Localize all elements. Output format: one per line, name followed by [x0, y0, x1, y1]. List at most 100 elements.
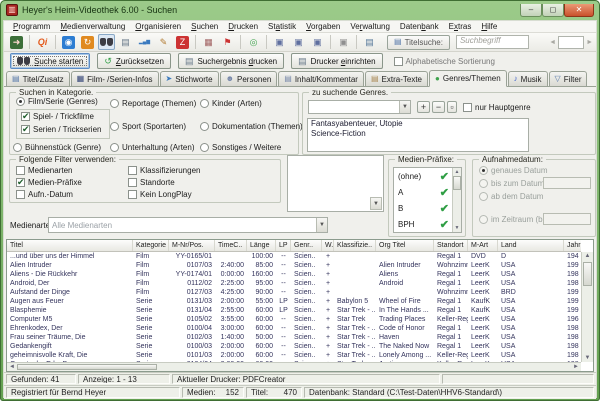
- radio-sonstiges[interactable]: Sonstiges / Weitere: [200, 143, 281, 152]
- table-row[interactable]: GedankengiftSerie0100/032:00:0060:00--Sc…: [7, 342, 581, 351]
- table-row[interactable]: Ehrenkodex, DerSerie0100/043:00:0060:00-…: [7, 324, 581, 333]
- medienarten-combobox[interactable]: Alle Medienarten ▼: [48, 217, 328, 233]
- titelsuche-button[interactable]: ▤ Titelsuche:: [387, 35, 450, 50]
- scroll-thumb[interactable]: [453, 176, 461, 190]
- radio-sport[interactable]: Sport (Sportarten): [110, 122, 186, 131]
- table-row[interactable]: BlasphemieSerie0131/042:55:0060:00LPScie…: [7, 306, 581, 315]
- program-info-icon[interactable]: Qi: [34, 34, 51, 50]
- menu-item-extras[interactable]: Extras: [444, 21, 477, 32]
- tab-stichworte[interactable]: ➤Stichworte: [160, 71, 219, 86]
- pager-left-icon[interactable]: ◄: [549, 39, 556, 46]
- form-icon[interactable]: ✎: [155, 34, 172, 50]
- db-save-icon[interactable]: ▣: [271, 34, 288, 50]
- exit-icon[interactable]: ➜: [8, 34, 25, 50]
- column-header-kategorie[interactable]: Kategorie: [133, 240, 169, 251]
- genre-combobox[interactable]: ▼: [308, 100, 411, 114]
- check-serien[interactable]: Serien / Trickserien: [21, 125, 101, 134]
- radio-unterhaltung[interactable]: Unterhaltung (Arten): [110, 143, 194, 152]
- radio-ab-dem-datum[interactable]: ab dem Datum: [479, 192, 543, 201]
- scroll-right-icon[interactable]: ►: [572, 363, 580, 371]
- column-header-genr[interactable]: Genr..: [291, 240, 322, 251]
- column-header-standort[interactable]: Standort: [434, 240, 468, 251]
- table-row[interactable]: geheimnisvolle Kraft, DieSerie0101/032:0…: [7, 351, 581, 360]
- menu-item-drucken[interactable]: Drucken: [223, 21, 263, 32]
- column-header-titel[interactable]: Titel: [7, 240, 133, 251]
- minimize-button[interactable]: –: [520, 4, 542, 17]
- tab-filter[interactable]: ▽Filter: [549, 71, 588, 86]
- maximize-button[interactable]: ◻: [542, 4, 564, 17]
- menu-item-verwaltung[interactable]: Verwaltung: [345, 21, 395, 32]
- tab-personen[interactable]: ☻Personen: [220, 71, 278, 86]
- tab-film-serien-infos[interactable]: ▦Film- /Serien-Infos: [71, 71, 159, 86]
- table-row[interactable]: Frau seiner Träume, DieSerie0102/031:40:…: [7, 333, 581, 342]
- menu-item-organisieren[interactable]: Organisieren: [130, 21, 186, 32]
- table-row[interactable]: Augen aus FeuerSerie0131/032:00:0055:00L…: [7, 297, 581, 306]
- printer-setup-button[interactable]: ▤Drucker einrichten: [291, 53, 382, 69]
- im-zeitraum-field[interactable]: [543, 213, 591, 225]
- table-row[interactable]: Alien IntruderFilm0107/032:40:0085:00--S…: [7, 261, 581, 270]
- db-backup-icon[interactable]: ▣: [335, 34, 352, 50]
- filter-aufn-datum[interactable]: Aufn.-Datum: [16, 190, 73, 199]
- tab-extra-texte[interactable]: ▤Extra-Texte: [365, 71, 428, 86]
- start-search-button[interactable]: Suche starten: [10, 53, 90, 69]
- praefix-item-a[interactable]: A✔: [394, 184, 452, 200]
- check-spielfilme[interactable]: Spiel- / Trickfilme: [21, 112, 94, 121]
- radio-film-serie[interactable]: Film/Serie (Genres): [16, 97, 98, 106]
- edit-z-icon[interactable]: Z: [174, 34, 191, 50]
- nur-hauptgenre-checkbox[interactable]: nur Hauptgenre: [463, 103, 531, 112]
- alpha-sort-checkbox[interactable]: Alphabetische Sortierung: [394, 57, 495, 66]
- scroll-up-icon[interactable]: ▲: [583, 253, 592, 259]
- column-header-m-art[interactable]: M-Art: [468, 240, 498, 251]
- scroll-thumb[interactable]: [17, 364, 157, 370]
- scroll-thumb[interactable]: [583, 262, 592, 286]
- radio-kinder[interactable]: Kinder (Arten): [200, 99, 262, 108]
- filter-kein-longplay[interactable]: Kein LongPlay: [128, 190, 192, 199]
- table-row[interactable]: Computer M5Serie0105/023:55:0060:00--Sci…: [7, 315, 581, 324]
- flag-icon[interactable]: ⚑: [219, 34, 236, 50]
- radio-bis-zum-datum[interactable]: bis zum Datum: [479, 179, 544, 188]
- menu-item-vorgaben[interactable]: Vorgaben: [301, 21, 345, 32]
- menu-item-medienverwaltung[interactable]: Medienverwaltung: [55, 21, 130, 32]
- praefixe-list[interactable]: (ohne)✔A✔B✔BPH✔ ▲ ▼: [393, 167, 462, 233]
- menu-item-hilfe[interactable]: Hilfe: [476, 21, 502, 32]
- column-header-w[interactable]: W.: [322, 240, 334, 251]
- vertical-scrollbar[interactable]: ▲ ▼: [581, 252, 593, 362]
- filter-klassifizierungen[interactable]: Klassifizierungen: [128, 166, 200, 175]
- tab-inhalt-kommentar[interactable]: ▤Inhalt/Kommentar: [278, 71, 364, 86]
- praefix-item-ohne[interactable]: (ohne)✔: [394, 168, 452, 184]
- radio-buehnenstueck[interactable]: Bühnenstück (Genre): [13, 143, 101, 152]
- table-header[interactable]: TitelKategorieM-Nr/Pos.TimeC..LängeLPGen…: [7, 240, 581, 252]
- table-row[interactable]: Android, DerFilm0112/022:25:0095:00--Sci…: [7, 279, 581, 288]
- genre-add-button[interactable]: +: [417, 101, 430, 113]
- reset-button[interactable]: ↺Zurücksetzen: [97, 53, 171, 69]
- search-input[interactable]: Suchbegriff: [456, 35, 529, 49]
- table-row[interactable]: Aufstand der DingeFilm0127/034:25:0090:0…: [7, 288, 581, 297]
- table-row[interactable]: ...und über uns der HimmelFilmYY-0165/01…: [7, 252, 581, 261]
- organize-icon[interactable]: ↻: [79, 34, 96, 50]
- column-header-jahr[interactable]: Jahr: [564, 240, 581, 251]
- search-binoculars-icon[interactable]: [98, 34, 115, 50]
- praefixe-scrollbar[interactable]: ▲ ▼: [452, 168, 461, 232]
- table-row[interactable]: Aliens - Die RückkehrFilmYY-0174/010:00:…: [7, 270, 581, 279]
- column-header-land[interactable]: Land: [498, 240, 564, 251]
- praefix-item-b[interactable]: B✔: [394, 200, 452, 216]
- genre-list-item[interactable]: Fantasyabenteuer, Utopie: [308, 119, 528, 129]
- radio-dokumentation[interactable]: Dokumentation (Themen): [200, 122, 303, 131]
- genre-list-item[interactable]: Science-Fiction: [308, 129, 528, 139]
- globe-icon[interactable]: ◉: [60, 34, 77, 50]
- close-button[interactable]: ✕: [564, 4, 594, 17]
- filter-values-list[interactable]: ▼: [287, 155, 384, 212]
- pager-value-box[interactable]: [558, 36, 584, 49]
- db-edit-icon[interactable]: ▣: [309, 34, 326, 50]
- selected-genres-list[interactable]: Fantasyabenteuer, UtopieScience-Fiction: [307, 118, 529, 152]
- cd-icon[interactable]: ◎: [245, 34, 262, 50]
- column-header-länge[interactable]: Länge: [247, 240, 276, 251]
- radio-reportage[interactable]: Reportage (Themen): [110, 99, 196, 108]
- menu-item-datenbank[interactable]: Datenbank: [395, 21, 444, 32]
- statistics-icon[interactable]: ▂▄▆: [136, 34, 153, 50]
- column-header-lp[interactable]: LP: [276, 240, 291, 251]
- filter-standorte[interactable]: Standorte: [128, 178, 175, 187]
- bis-zum-datum-field[interactable]: [543, 177, 591, 189]
- column-header-org-titel[interactable]: Org Titel: [376, 240, 434, 251]
- horizontal-scrollbar[interactable]: ◄ ►: [7, 362, 581, 371]
